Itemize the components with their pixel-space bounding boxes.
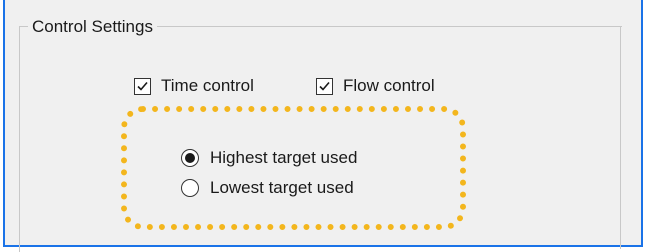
checkbox-checked-icon (316, 77, 333, 95)
checkbox-checked-icon (134, 77, 151, 95)
highlight-annotation (121, 106, 466, 230)
flow-control-label: Flow control (343, 76, 435, 95)
groupbox-right-border (620, 26, 621, 249)
groupbox-title: Control Settings (28, 16, 157, 38)
flow-control-checkbox[interactable]: Flow control (316, 76, 435, 96)
time-control-label: Time control (161, 76, 254, 95)
time-control-checkbox[interactable]: Time control (134, 76, 254, 96)
